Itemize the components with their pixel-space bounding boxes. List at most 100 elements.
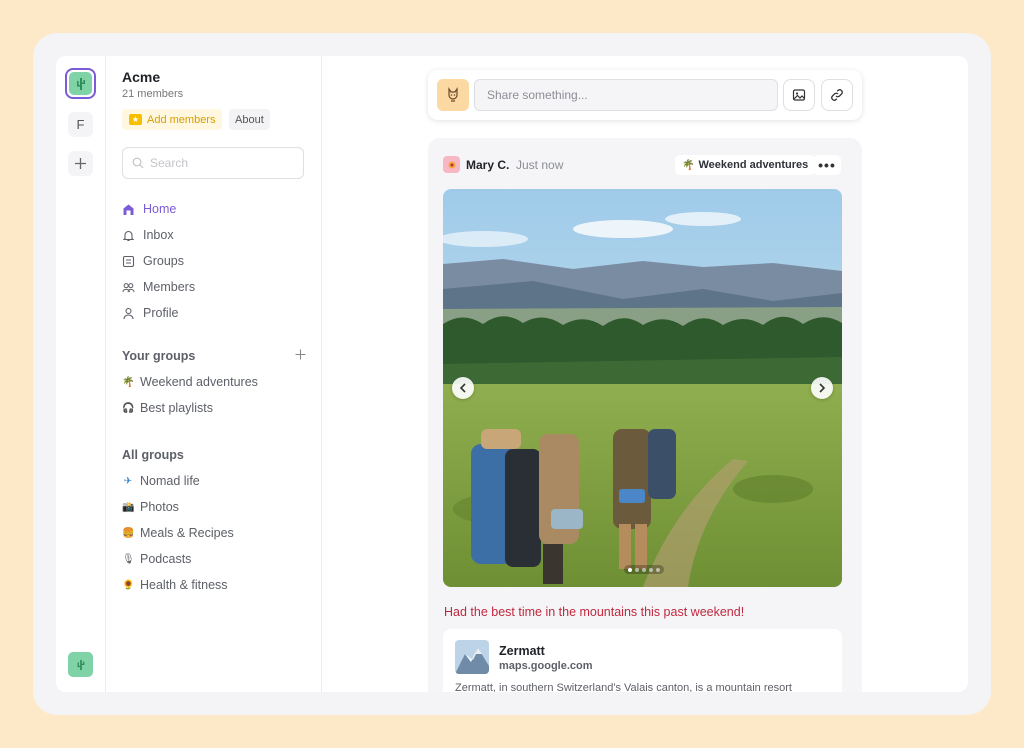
sidebar: Acme 21 members ★ Add members About Home… [106,56,322,692]
all-groups-title: All groups [122,448,184,462]
your-groups-list: 🌴 Weekend adventures 🎧 Best playlists [122,369,306,421]
cat-icon [448,87,458,102]
add-group-button[interactable] [295,349,306,363]
mountain-thumbnail [455,640,489,674]
group-label: Podcasts [140,552,192,566]
nav-label: Profile [143,306,179,320]
groups-icon [122,255,135,268]
group-label: Nomad life [140,474,200,488]
bell-icon [122,229,135,242]
carousel-indicator [624,565,664,574]
post-photo[interactable] [443,189,842,587]
nav-label: Members [143,280,196,294]
add-members-label: Add members [147,113,216,126]
cactus-icon [77,659,84,670]
your-groups-header: Your groups [122,349,306,363]
post-caption: Had the best time in the mountains this … [444,605,745,619]
carousel-dot[interactable] [642,567,646,572]
share-input[interactable] [474,79,778,111]
star-icon: ★ [129,114,142,125]
group-label: Meals & Recipes [140,526,234,540]
airplane-icon: ✈ [123,475,133,487]
author-avatar[interactable] [443,156,460,173]
carousel-dot[interactable] [628,567,632,572]
nav-item-members[interactable]: Members [122,274,306,300]
group-item-photos[interactable]: 📸 Photos [122,494,306,520]
chevron-right-icon [819,383,826,393]
link-description: Zermatt, in southern Switzerland's Valai… [455,682,792,692]
link-thumbnail [455,640,489,674]
chevron-left-icon [459,383,466,393]
about-button[interactable]: About [229,109,270,130]
user-avatar [437,79,469,111]
carousel-dot[interactable] [635,567,639,572]
link-icon [831,89,843,101]
cactus-icon [76,77,85,90]
nav-item-groups[interactable]: Groups [122,248,306,274]
group-item-meals-recipes[interactable]: 🍔 Meals & Recipes [122,520,306,546]
home-icon [122,203,135,216]
post-header: Mary C. Just now 🌴 Weekend adventures ••… [443,155,848,175]
mountain-hike-photo [443,189,842,587]
group-tag[interactable]: 🌴 Weekend adventures [675,155,816,175]
workspace-acme-button[interactable] [65,68,96,99]
nav-label: Inbox [143,228,174,242]
all-groups-list: ✈ Nomad life 📸 Photos 🍔 Meals & Recipes … [122,468,306,598]
microphone-icon: 🎙 [122,553,135,565]
link-url: maps.google.com [499,660,593,672]
nav-item-profile[interactable]: Profile [122,300,306,326]
search-icon [132,157,144,169]
all-groups-header: All groups [122,448,306,462]
link-title: Zermatt [499,644,545,658]
link-preview[interactable]: Zermatt maps.google.com Zermatt, in sout… [443,629,842,692]
group-item-weekend-adventures[interactable]: 🌴 Weekend adventures [122,369,306,395]
carousel-dot[interactable] [656,567,660,572]
group-item-health-fitness[interactable]: 🌻 Health & fitness [122,572,306,598]
plus-icon [75,158,86,169]
headphones-icon: 🎧 [122,402,135,414]
group-label: Photos [140,500,179,514]
group-item-nomad-life[interactable]: ✈ Nomad life [122,468,306,494]
nav-item-inbox[interactable]: Inbox [122,222,306,248]
post-card: Mary C. Just now 🌴 Weekend adventures ••… [428,138,862,692]
add-workspace-button[interactable] [68,151,93,176]
plus-icon [295,349,306,360]
author-name[interactable]: Mary C. [466,158,509,172]
nav-label: Groups [143,254,184,268]
search-input[interactable] [150,156,290,170]
carousel-prev-button[interactable] [452,377,474,399]
workspace-name: Acme [122,69,161,85]
group-item-podcasts[interactable]: 🎙 Podcasts [122,546,306,572]
carousel-dot[interactable] [649,567,653,572]
workspace-rail: F [56,56,106,692]
main-nav: Home Inbox Groups Members Profile [122,196,306,326]
add-members-button[interactable]: ★ Add members [122,109,223,130]
app-window: F Acme 21 members ★ Add members About Ho… [56,56,968,692]
food-icon: 🍔 [122,527,135,539]
sun-icon: 🌻 [122,579,135,591]
group-item-best-playlists[interactable]: 🎧 Best playlists [122,395,306,421]
carousel-next-button[interactable] [811,377,833,399]
feed: Mary C. Just now 🌴 Weekend adventures ••… [322,56,968,692]
post-time: Just now [516,158,564,172]
your-groups-title: Your groups [122,349,196,363]
members-icon [122,281,135,294]
nav-item-home[interactable]: Home [122,196,306,222]
workspace-member-count: 21 members [122,88,184,100]
image-icon [792,89,806,101]
attach-image-button[interactable] [783,79,815,111]
palm-tree-icon: 🌴 [122,376,135,388]
search-box [122,147,304,179]
post-composer [428,70,862,120]
workspace-f-button[interactable]: F [68,112,93,137]
group-label: Health & fitness [140,578,228,592]
group-label: Weekend adventures [140,375,258,389]
attach-link-button[interactable] [821,79,853,111]
user-avatar[interactable] [68,652,93,677]
flower-icon [448,161,455,168]
palm-tree-icon: 🌴 [682,159,695,171]
group-label: Best playlists [140,401,213,415]
more-options-button[interactable]: ••• [813,155,841,175]
camera-icon: 📸 [122,501,135,513]
profile-icon [122,307,135,320]
